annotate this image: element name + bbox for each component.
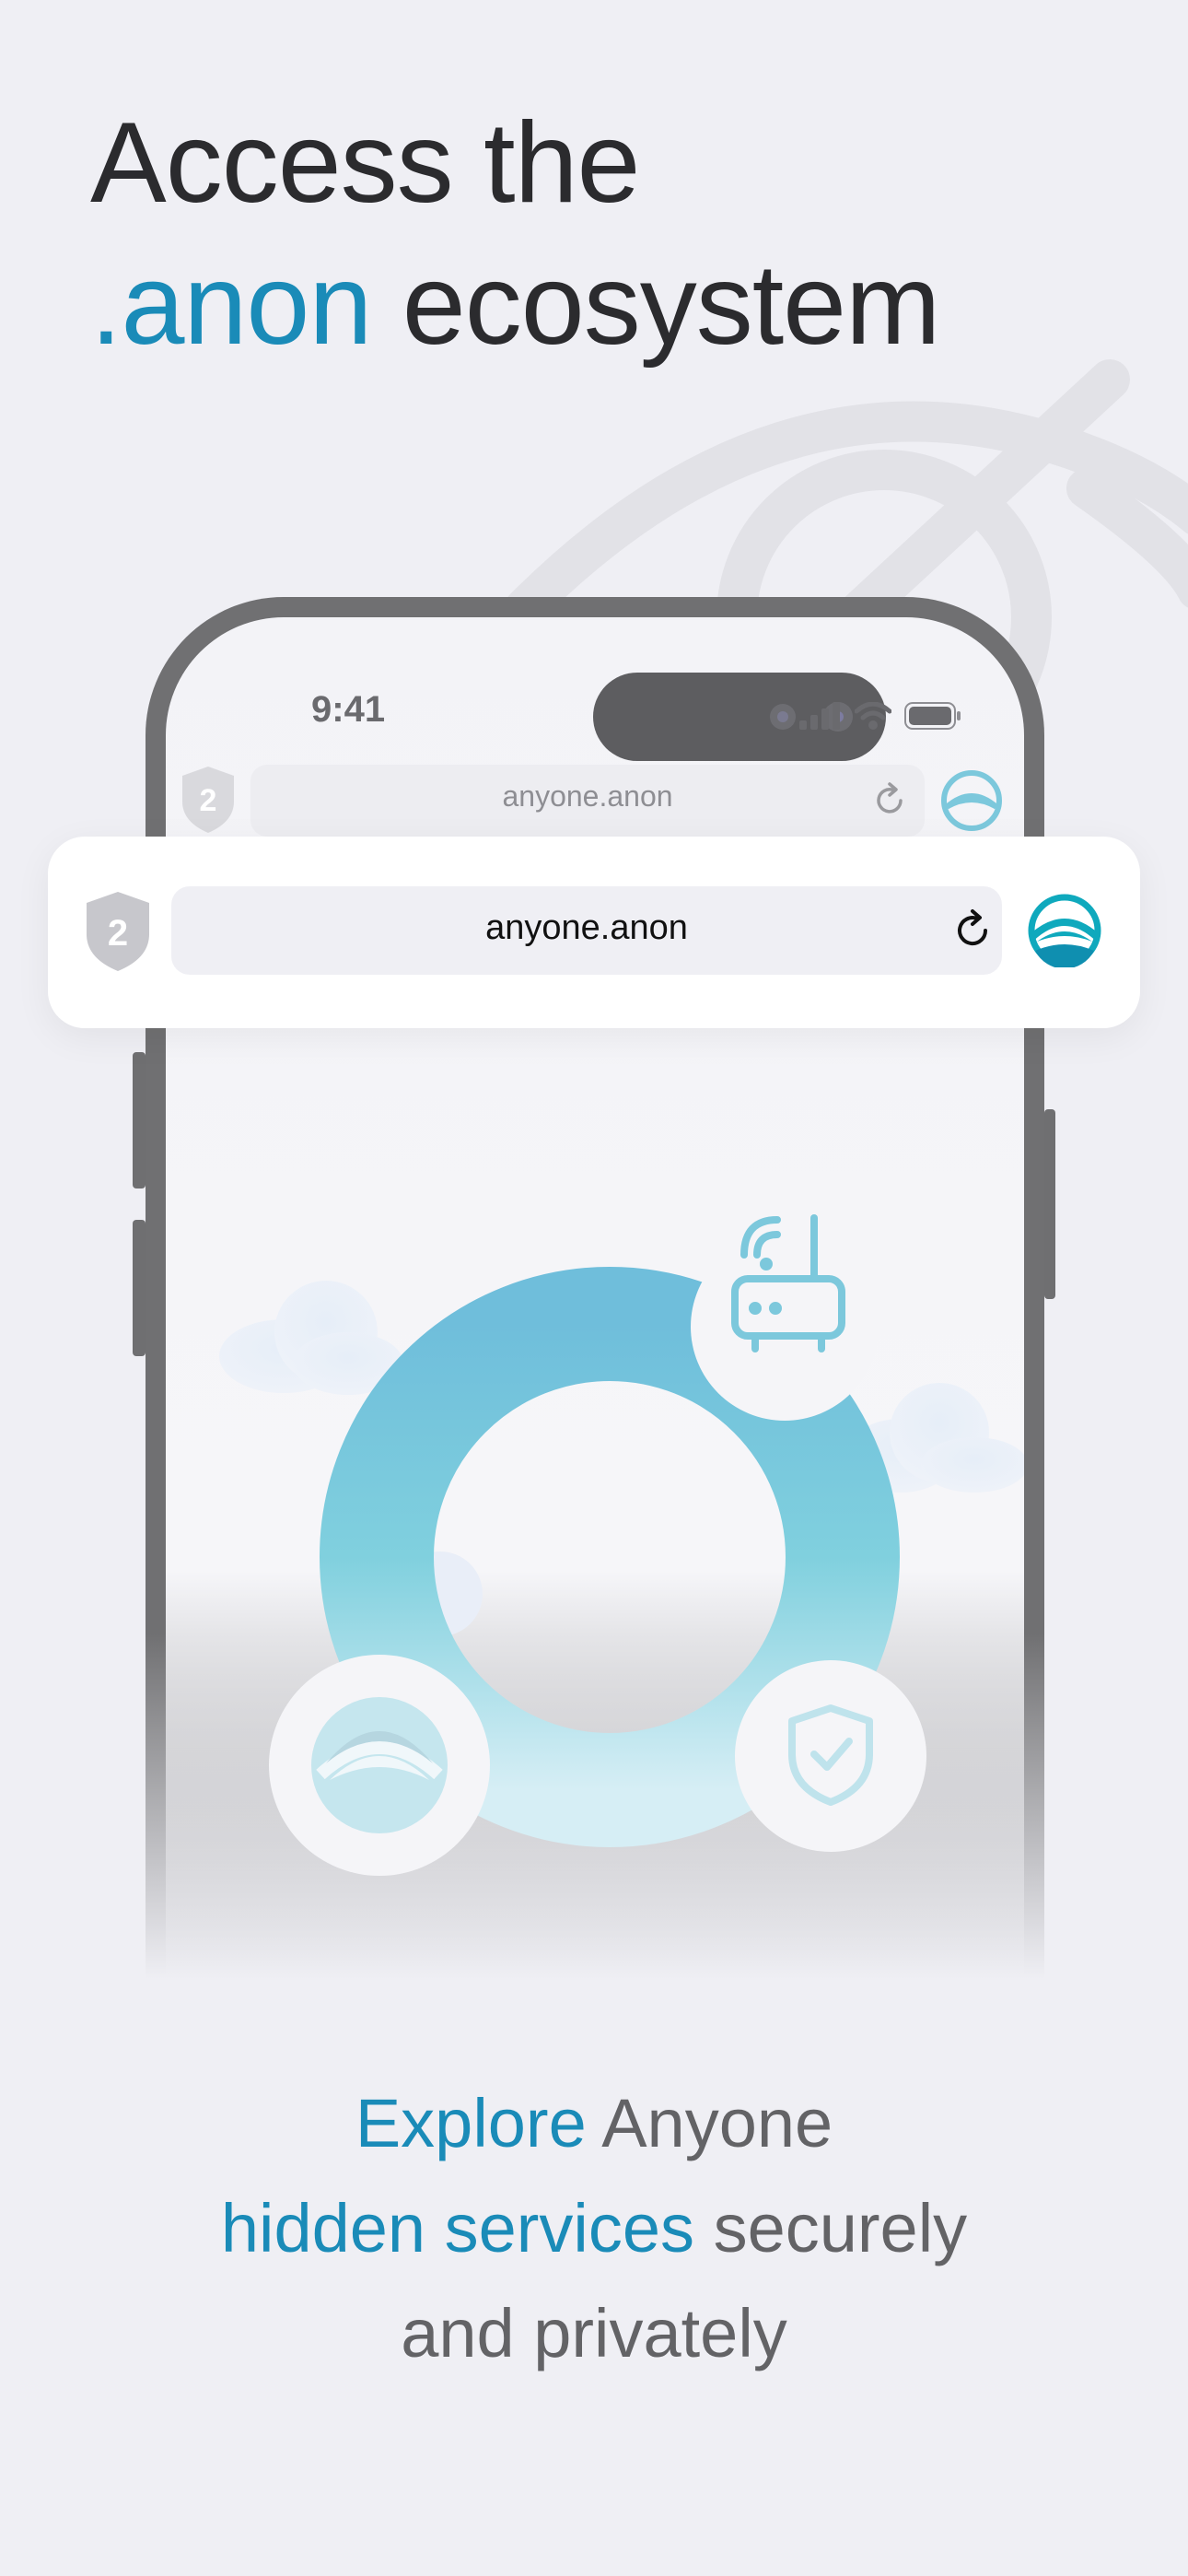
shield-icon[interactable]: 2 bbox=[85, 890, 151, 973]
tagline-anyone: Anyone bbox=[586, 2085, 833, 2161]
anyone-logo-icon bbox=[941, 770, 1002, 831]
network-illustration bbox=[219, 1214, 1024, 1876]
tagline-securely: securely bbox=[694, 2190, 968, 2266]
phone-side-button bbox=[133, 1052, 146, 1188]
url-text: anyone.anon bbox=[485, 908, 688, 947]
battery-icon bbox=[904, 702, 961, 730]
anyone-logo-icon bbox=[311, 1697, 448, 1833]
tagline-privately: and privately bbox=[401, 2295, 787, 2371]
ghost-url-text: anyone.anon bbox=[502, 779, 673, 813]
phone-side-button bbox=[133, 1220, 146, 1356]
anyone-logo-icon[interactable] bbox=[1028, 894, 1101, 967]
browser-address-bar: 2 anyone.anon bbox=[48, 837, 1140, 1028]
headline-line1: Access the bbox=[90, 100, 640, 227]
svg-text:2: 2 bbox=[200, 783, 217, 818]
tagline-hidden-services: hidden services bbox=[220, 2190, 695, 2266]
tagline-explore: Explore bbox=[355, 2085, 587, 2161]
phone-side-button bbox=[1044, 1109, 1055, 1299]
ghost-url-bar: anyone.anon bbox=[250, 765, 925, 837]
cloud-icon bbox=[219, 1281, 403, 1395]
tab-count: 2 bbox=[108, 913, 128, 954]
status-time: 9:41 bbox=[311, 689, 386, 730]
tagline: Explore Anyone hidden services securely … bbox=[0, 2071, 1188, 2386]
reload-icon bbox=[877, 782, 903, 814]
headline-accent: .anon bbox=[90, 241, 372, 369]
shield-icon: 2 bbox=[182, 767, 234, 833]
headline: Access the .anon ecosystem bbox=[90, 92, 940, 376]
reload-icon[interactable] bbox=[949, 907, 996, 954]
phone-screen: 9:41 2 anyone.anon bbox=[166, 617, 1024, 1979]
phone-mockup: 9:41 2 anyone.anon bbox=[133, 597, 1055, 1979]
wifi-icon bbox=[855, 702, 891, 730]
url-input[interactable]: anyone.anon bbox=[171, 886, 1002, 975]
signal-icon bbox=[799, 702, 840, 730]
